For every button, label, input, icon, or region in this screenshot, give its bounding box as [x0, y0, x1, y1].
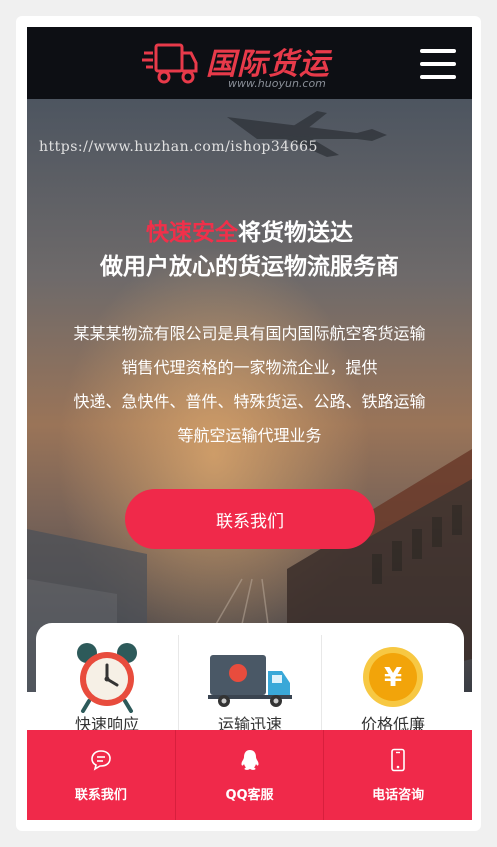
qq-penguin-icon — [240, 749, 259, 770]
logo-truck-icon — [142, 43, 198, 84]
delivery-truck-icon — [208, 655, 292, 707]
desc-line: 等航空运输代理业务 — [177, 426, 322, 445]
bottom-nav-bar: 联系我们 QQ客服 电话咨询 — [27, 730, 472, 820]
hero-banner: https://www.huzhan.com/ishop34665 快速安全将货… — [27, 99, 472, 692]
hero-headline-line2: 做用户放心的货运物流服务商 — [100, 254, 399, 280]
yen-coin-icon: ¥ — [363, 647, 423, 707]
chat-bubble-icon — [91, 749, 111, 771]
headline-highlight: 快速安全 — [146, 220, 238, 246]
desc-line: 某某某物流有限公司是具有国内国际航空客货运输 — [73, 324, 426, 343]
logo-url: www.huoyun.com — [228, 77, 326, 90]
desc-line: 快递、急快件、普件、特殊货运、公路、铁路运输 — [73, 392, 426, 411]
watermark-url: https://www.huzhan.com/ishop34665 — [39, 139, 318, 155]
mobile-screen: 国际货运 www.huoyun.com https://www.huzhan.c… — [27, 27, 472, 820]
alarm-clock-icon — [77, 643, 137, 713]
nav-contact-us[interactable]: 联系我们 — [27, 730, 176, 820]
svg-text:¥: ¥ — [384, 663, 402, 693]
site-header: 国际货运 www.huoyun.com — [27, 27, 472, 99]
nav-qq-service[interactable]: QQ客服 — [176, 730, 325, 820]
nav-label: 电话咨询 — [372, 787, 425, 803]
hero-description: 某某某物流有限公司是具有国内国际航空客货运输 销售代理资格的一家物流企业，提供 … — [41, 317, 458, 453]
desc-line: 销售代理资格的一家物流企业，提供 — [121, 358, 378, 377]
contact-us-button[interactable]: 联系我们 — [125, 489, 375, 549]
nav-phone-consult[interactable]: 电话咨询 — [324, 730, 472, 820]
nav-label: QQ客服 — [225, 787, 274, 803]
site-logo[interactable]: 国际货运 www.huoyun.com — [142, 37, 352, 93]
nav-label: 联系我们 — [74, 787, 127, 803]
hamburger-menu-icon[interactable] — [420, 49, 456, 79]
hero-headline-line1: 快速安全将货物送达 — [27, 216, 472, 250]
mobile-phone-icon — [391, 748, 405, 771]
headline-rest: 将货物送达 — [238, 220, 353, 246]
